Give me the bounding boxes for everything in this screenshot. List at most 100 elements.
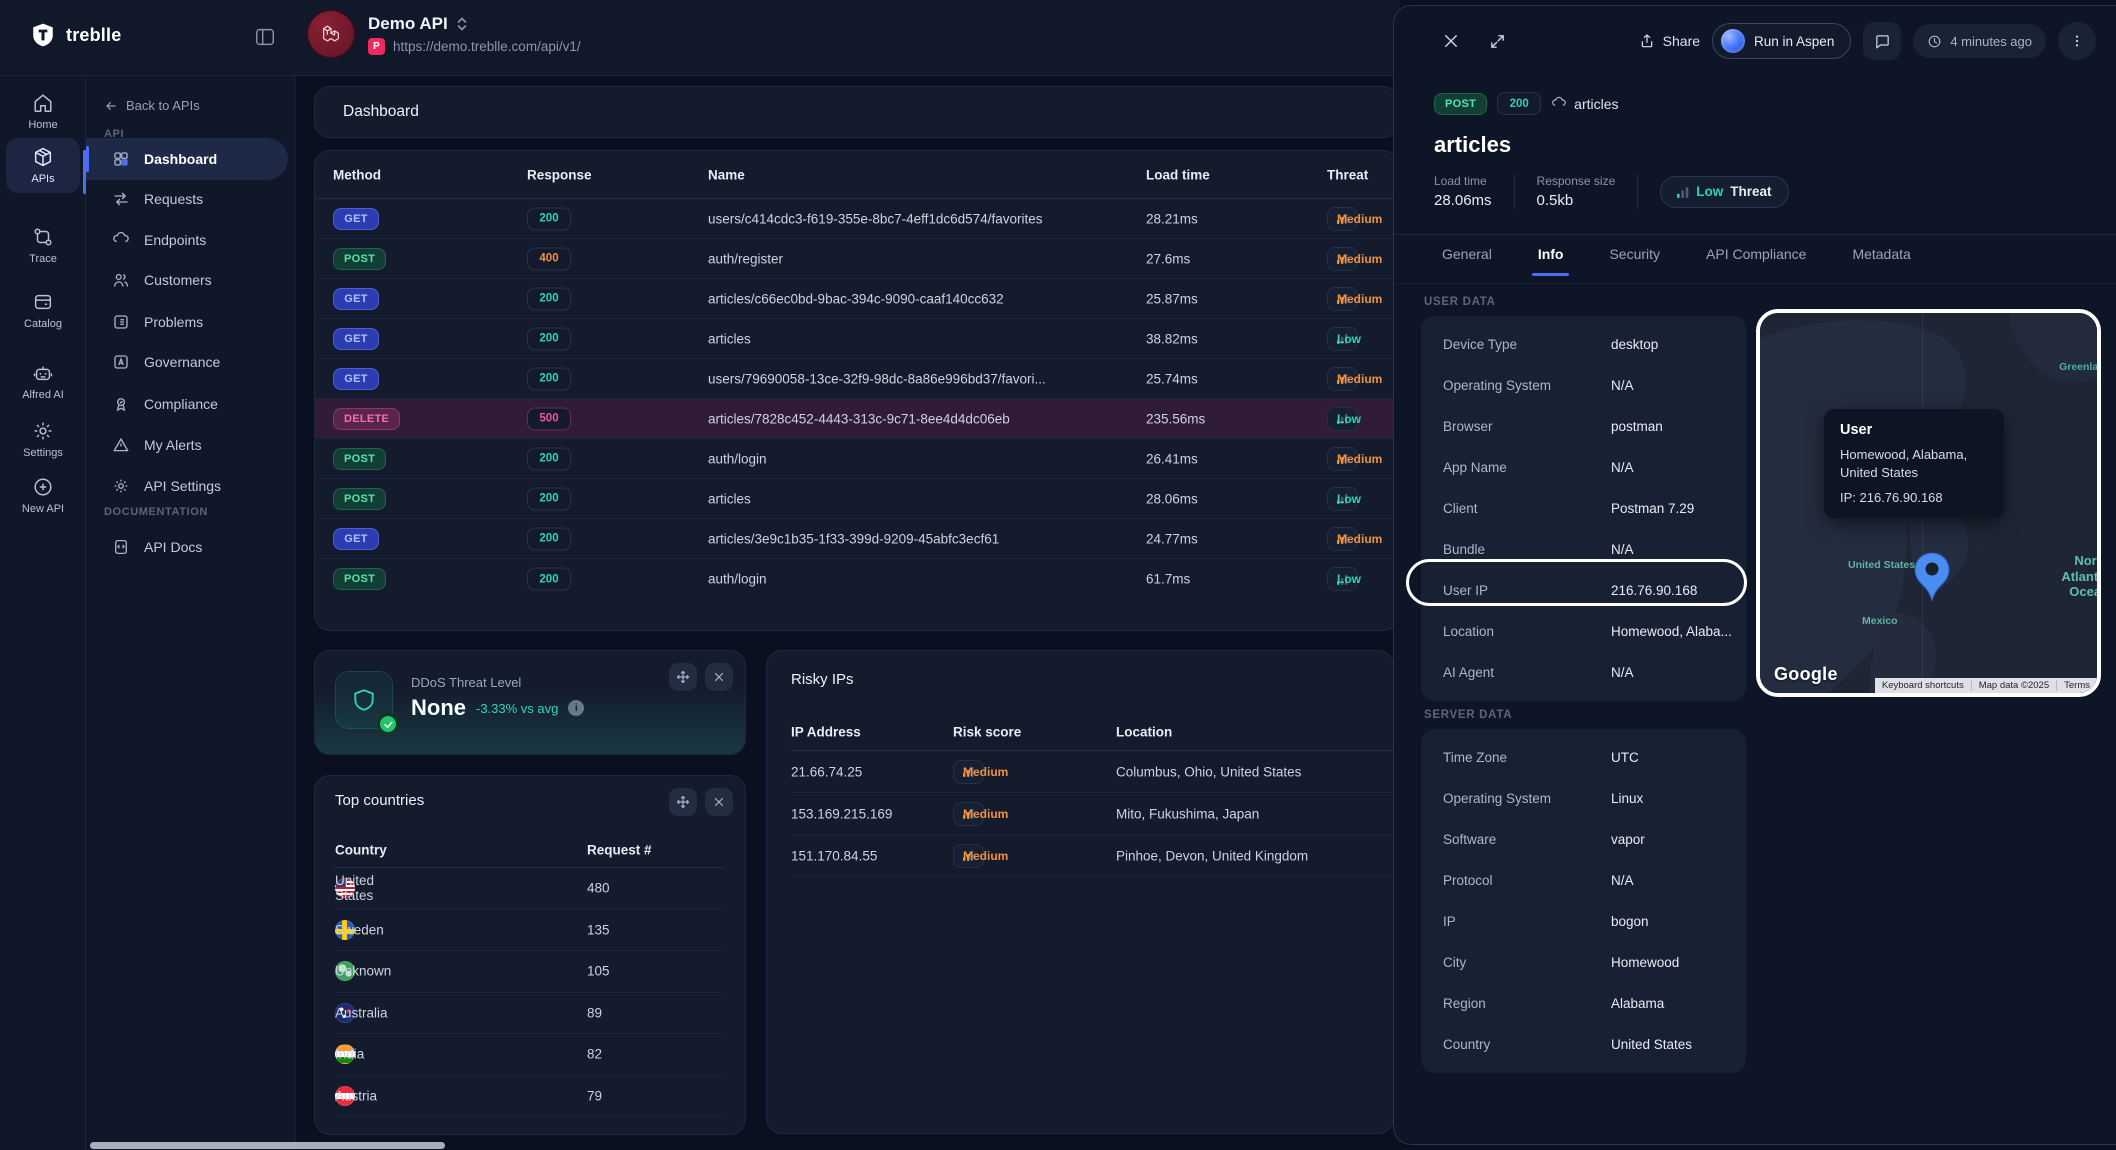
api-header[interactable]: Demo API P https://demo.treblle.com/api/…: [308, 11, 581, 57]
country-row[interactable]: India 82: [335, 1034, 725, 1076]
location-map[interactable]: Greenland United States Mexico North Atl…: [1756, 309, 2101, 697]
share-button[interactable]: Share: [1639, 33, 1700, 49]
check-icon: [377, 713, 399, 735]
tab-security[interactable]: Security: [1609, 246, 1660, 276]
sidebar-collapse-icon[interactable]: [250, 22, 280, 52]
table-row[interactable]: POST 200 auth/login 26.41ms Medium: [315, 439, 1398, 479]
kv-row: CityHomewood: [1421, 942, 1746, 983]
tab-info[interactable]: Info: [1538, 246, 1564, 276]
rail-item-home[interactable]: Home: [6, 84, 80, 139]
table-row[interactable]: GET 200 articles 38.82ms Low: [315, 319, 1398, 359]
close-icon[interactable]: [1432, 22, 1470, 60]
subnav-item-customers[interactable]: Customers: [86, 259, 288, 301]
load-time: 24.77ms: [1146, 531, 1198, 546]
tab-metadata[interactable]: Metadata: [1852, 246, 1910, 276]
threat-badge: Medium: [1327, 207, 1358, 231]
tab-general[interactable]: General: [1442, 246, 1492, 276]
close-icon[interactable]: [705, 663, 733, 691]
drag-handle-icon[interactable]: [669, 788, 697, 816]
divider: [1394, 234, 2116, 235]
expand-icon[interactable]: [1478, 22, 1516, 60]
table-row-highlighted[interactable]: DELETE 500 articles/7828c452-4443-313c-9…: [315, 399, 1398, 439]
risky-ips-widget: Risky IPs IP Address Risk score Location…: [766, 650, 1394, 1134]
country-row[interactable]: United States 480: [335, 868, 725, 910]
endpoint-name: articles: [1574, 96, 1618, 112]
brand[interactable]: treblle: [30, 22, 121, 48]
risky-ip-row[interactable]: 151.170.84.55 Medium Pinhoe, Devon, Unit…: [791, 835, 1393, 877]
risky-ips-title: Risky IPs: [791, 671, 854, 688]
table-row[interactable]: GET 200 users/79690058-13ce-32f9-98dc-8a…: [315, 359, 1398, 399]
tab-api-compliance[interactable]: API Compliance: [1706, 246, 1806, 276]
subnav-item-api-docs[interactable]: API Docs: [86, 526, 288, 568]
method-badge: DELETE: [333, 408, 400, 430]
rail-item-apis[interactable]: APIs: [6, 138, 80, 193]
rail-item-alfred-ai[interactable]: Alfred AI: [6, 354, 80, 409]
map-attribution: Keyboard shortcuts Map data ©2025 Terms: [1875, 678, 2097, 693]
threat-badge: Medium: [1327, 247, 1358, 271]
kv-row: Browserpostman: [1421, 406, 1746, 447]
table-row[interactable]: GET 200 articles/3e9c1b35-1f33-399d-9209…: [315, 519, 1398, 559]
subnav-item-governance[interactable]: Governance: [86, 341, 288, 383]
method-badge: GET: [333, 328, 379, 350]
kv-row: CountryUnited States: [1421, 1024, 1746, 1065]
risky-ip-row[interactable]: 153.169.215.169 Medium Mito, Fukushima, …: [791, 793, 1393, 835]
endpoint-icon: [1551, 96, 1567, 112]
info-icon[interactable]: i: [568, 700, 584, 716]
trace-icon: [32, 226, 54, 248]
country-row[interactable]: Sweden 135: [335, 910, 725, 952]
drag-handle-icon[interactable]: [669, 663, 697, 691]
horizontal-scrollbar-thumb[interactable]: [90, 1142, 445, 1149]
request-name: articles/3e9c1b35-1f33-399d-9209-45abfc3…: [708, 531, 999, 546]
map-tooltip: User Homewood, Alabama, United States IP…: [1824, 409, 2004, 518]
country-row[interactable]: Unknown 105: [335, 951, 725, 993]
subnav-item-requests[interactable]: Requests: [86, 178, 288, 220]
alert-triangle-icon: [112, 436, 130, 454]
customers-icon: [112, 271, 130, 289]
risky-ip-row[interactable]: 21.66.74.25 Medium Columbus, Ohio, Unite…: [791, 751, 1393, 793]
api-switcher-icon[interactable]: [456, 16, 468, 32]
threat-badge: Medium: [1327, 447, 1358, 471]
table-row[interactable]: GET 200 articles/c66ec0bd-9bac-394c-9090…: [315, 279, 1398, 319]
more-options-icon[interactable]: [2058, 22, 2096, 60]
risk-badge: Medium: [953, 760, 984, 784]
subnav-item-endpoints[interactable]: Endpoints: [86, 219, 288, 261]
status-badge: 200: [527, 327, 571, 350]
map-tooltip-location: Homewood, Alabama, United States: [1840, 446, 1988, 481]
status-badge: 200: [527, 527, 571, 550]
table-row[interactable]: GET 200 users/c414cdc3-f619-355e-8bc7-4e…: [315, 199, 1398, 239]
subnav-item-dashboard[interactable]: Dashboard: [86, 138, 288, 180]
risky-ips-header: IP Address Risk score Location: [791, 713, 1393, 751]
kv-row: App NameN/A: [1421, 447, 1746, 488]
close-icon[interactable]: [705, 788, 733, 816]
table-header: Method Response Name Load time Threat: [315, 151, 1398, 199]
country-row[interactable]: Austria 79: [335, 1076, 725, 1118]
rail-item-trace[interactable]: Trace: [6, 218, 80, 273]
top-countries-widget: Top countries Country Request # United S…: [314, 775, 746, 1135]
back-to-apis-link[interactable]: Back to APIs: [104, 98, 200, 113]
table-row[interactable]: POST 200 auth/login 61.7ms Low: [315, 559, 1398, 599]
response-size-value: 0.5kb: [1537, 192, 1616, 209]
rail-item-catalog[interactable]: Catalog: [6, 283, 80, 338]
request-name: users/c414cdc3-f619-355e-8bc7-4eff1dc6d5…: [708, 211, 1042, 226]
subnav-item-api-settings[interactable]: API Settings: [86, 465, 288, 507]
method-badge: GET: [333, 368, 379, 390]
terms-link[interactable]: Terms: [2056, 680, 2097, 691]
comment-icon[interactable]: [1863, 22, 1901, 60]
subnav-item-my-alerts[interactable]: My Alerts: [86, 424, 288, 466]
requests-table: Method Response Name Load time Threat GE…: [314, 150, 1399, 631]
gear-icon: [32, 420, 54, 442]
request-name: articles/7828c452-4443-313c-9c71-8ee4d4d…: [708, 411, 1010, 426]
run-in-aspen-button[interactable]: Run in Aspen: [1712, 23, 1851, 59]
api-avatar: [308, 11, 354, 57]
table-row[interactable]: POST 200 articles 28.06ms Low: [315, 479, 1398, 519]
subnav-item-problems[interactable]: Problems: [86, 301, 288, 343]
api-subnav: Back to APIs API Dashboard Requests Endp…: [86, 76, 296, 1150]
method-badge: POST: [1434, 93, 1487, 115]
subnav-item-compliance[interactable]: Compliance: [86, 383, 288, 425]
keyboard-shortcuts-link[interactable]: Keyboard shortcuts: [1875, 680, 1971, 691]
rail-item-settings[interactable]: Settings: [6, 412, 80, 467]
map-marker-pin[interactable]: [1912, 551, 1952, 603]
table-row[interactable]: POST 400 auth/register 27.6ms Medium: [315, 239, 1398, 279]
country-row[interactable]: Australia 89: [335, 993, 725, 1035]
rail-item-new-api[interactable]: New API: [6, 468, 80, 523]
